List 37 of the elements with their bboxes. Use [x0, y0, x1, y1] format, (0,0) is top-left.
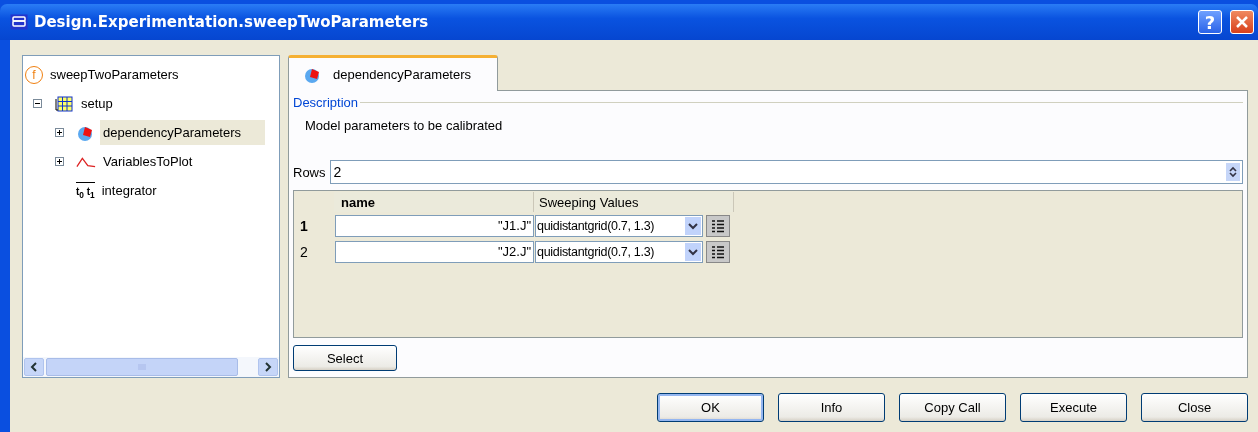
horizontal-scrollbar[interactable] [23, 357, 279, 377]
tree-item[interactable]: sweepTwoParameters [47, 62, 182, 87]
tree-item[interactable]: setup [78, 91, 116, 116]
sweep-dropdown[interactable]: quidistantgrid(0.7, 1.3) [535, 241, 703, 263]
list-edit-icon[interactable] [706, 215, 730, 237]
dialog-button[interactable]: Copy Call [899, 393, 1006, 422]
scroll-left-icon[interactable] [24, 358, 44, 376]
rows-label: Rows [293, 164, 326, 180]
name-input[interactable]: "J1.J" [335, 215, 534, 237]
tree-item[interactable]: integrator [98, 178, 160, 203]
dialog-button[interactable]: OK [657, 393, 764, 422]
expander-icon[interactable] [55, 128, 64, 137]
expander-icon[interactable] [55, 157, 64, 166]
scroll-thumb[interactable] [46, 358, 238, 376]
window-icon [10, 14, 28, 30]
window-title: Design.Experimentation.sweepTwoParameters [34, 13, 429, 31]
rows-spin-field[interactable]: 2 [329, 160, 1243, 184]
sweep-dropdown[interactable]: quidistantgrid(0.7, 1.3) [535, 215, 703, 237]
row-header: 2 [299, 244, 309, 260]
name-input[interactable]: "J2.J" [335, 241, 534, 263]
expander-icon[interactable] [33, 99, 42, 108]
select-button[interactable]: Select [293, 345, 397, 371]
row-header: 1 [299, 218, 309, 234]
group-legend: Description [293, 95, 359, 110]
grid-icon [54, 95, 74, 112]
close-icon[interactable] [1235, 15, 1249, 29]
description-text: Model parameters to be calibrated [304, 117, 504, 135]
tree-item[interactable]: dependencyParameters [100, 120, 266, 145]
list-edit-icon[interactable] [706, 241, 730, 263]
dialog-button[interactable]: Execute [1020, 393, 1127, 422]
tab[interactable]: dependencyParameters [288, 55, 498, 91]
tree-item[interactable]: VariablesToPlot [100, 149, 196, 174]
close-button[interactable] [1230, 10, 1254, 34]
dialog-button[interactable]: Info [778, 393, 885, 422]
scroll-right-icon[interactable] [258, 358, 278, 376]
dialog-button[interactable]: Close [1141, 393, 1248, 422]
spin-icon[interactable] [1226, 163, 1240, 181]
